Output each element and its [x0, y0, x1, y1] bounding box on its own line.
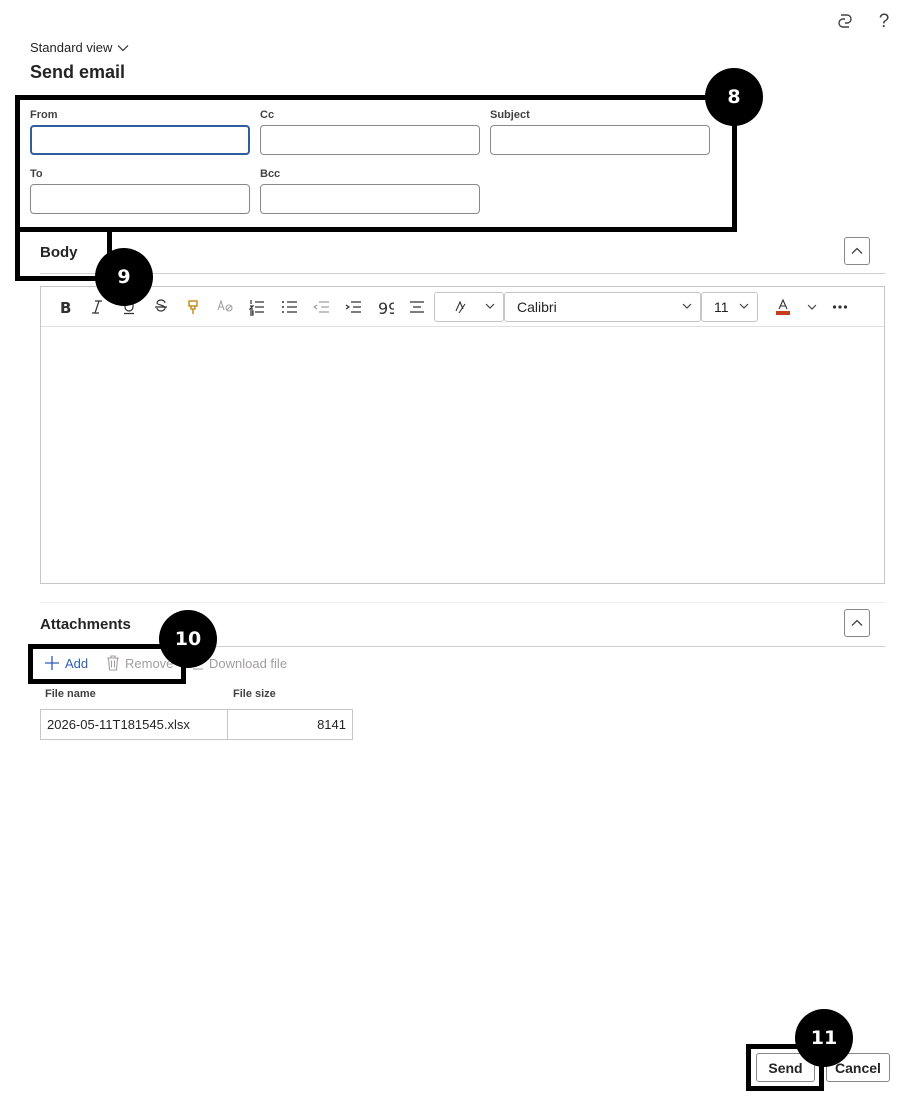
bcc-label: Bcc — [260, 168, 281, 180]
callout-badge-10: 10 — [159, 610, 217, 668]
bcc-field[interactable] — [260, 184, 480, 214]
callout-badge-9: 9 — [95, 248, 153, 306]
align-icon[interactable] — [405, 295, 429, 319]
chevron-down-icon — [485, 303, 495, 309]
bold-icon[interactable]: B — [53, 295, 77, 319]
svg-text:99: 99 — [378, 299, 394, 316]
chevron-down-icon — [739, 303, 749, 309]
cc-field[interactable] — [260, 125, 480, 155]
body-divider — [40, 273, 885, 274]
help-icon[interactable]: ? — [873, 10, 895, 32]
remove-attachment-button[interactable]: Remove — [106, 655, 173, 671]
style-icon — [455, 300, 466, 314]
attachment-file-size: 8141 — [227, 709, 353, 740]
numbered-list-icon[interactable] — [245, 295, 269, 319]
chevron-down-icon — [117, 44, 129, 51]
attachments-section-title: Attachments — [40, 616, 131, 633]
font-color-icon[interactable] — [771, 295, 795, 319]
attachments-top-divider — [40, 602, 885, 603]
trash-icon — [107, 655, 119, 671]
add-label: Add — [65, 655, 89, 671]
increase-indent-icon[interactable] — [341, 295, 365, 319]
font-size-value: 11 — [714, 299, 729, 315]
view-switcher[interactable]: Standard view — [30, 40, 129, 55]
chevron-up-icon — [851, 247, 863, 254]
column-header-file-size: File size — [233, 688, 276, 700]
font-size-dropdown[interactable]: 11 — [701, 292, 758, 322]
strikethrough-icon[interactable] — [149, 295, 173, 319]
decrease-indent-icon[interactable] — [309, 295, 333, 319]
bullet-list-icon[interactable] — [277, 295, 301, 319]
chevron-down-icon — [682, 303, 692, 309]
format-painter-icon[interactable] — [181, 295, 205, 319]
font-color-dropdown[interactable] — [800, 295, 824, 319]
add-attachment-button[interactable]: Add — [44, 655, 88, 671]
body-section-title: Body — [40, 244, 78, 261]
collapse-body-button[interactable] — [844, 237, 870, 265]
more-icon[interactable] — [828, 295, 852, 319]
column-header-file-name: File name — [45, 688, 96, 700]
font-family-dropdown[interactable]: Calibri — [504, 292, 701, 322]
chevron-down-icon — [807, 304, 817, 310]
to-field[interactable] — [30, 184, 250, 214]
chevron-up-icon — [851, 619, 863, 626]
font-family-value: Calibri — [517, 299, 557, 315]
page-title: Send email — [30, 62, 126, 82]
email-body-editor[interactable] — [41, 328, 884, 583]
rich-text-editor[interactable]: B 99 Calibri 11 — [40, 286, 885, 584]
from-field[interactable] — [30, 125, 250, 155]
help-label: ? — [878, 10, 890, 32]
editor-toolbar: B 99 Calibri 11 — [41, 287, 884, 327]
from-label: From — [30, 109, 58, 121]
download-label: Download file — [209, 655, 288, 671]
plus-icon — [45, 656, 59, 670]
copilot-icon[interactable] — [834, 10, 856, 32]
subject-field[interactable] — [490, 125, 710, 155]
quote-icon[interactable]: 99 — [373, 295, 397, 319]
to-label: To — [30, 168, 43, 180]
cc-label: Cc — [260, 109, 275, 121]
view-label: Standard view — [30, 40, 113, 55]
callout-badge-11: 11 — [795, 1009, 853, 1067]
callout-badge-8: 8 — [705, 68, 763, 126]
attachment-file-name[interactable]: 2026-05-11T181545.xlsx — [40, 709, 228, 740]
clear-format-icon[interactable] — [213, 295, 237, 319]
svg-text:B: B — [60, 299, 71, 315]
style-dropdown[interactable] — [434, 292, 504, 322]
collapse-attachments-button[interactable] — [844, 609, 870, 637]
subject-label: Subject — [490, 109, 530, 121]
